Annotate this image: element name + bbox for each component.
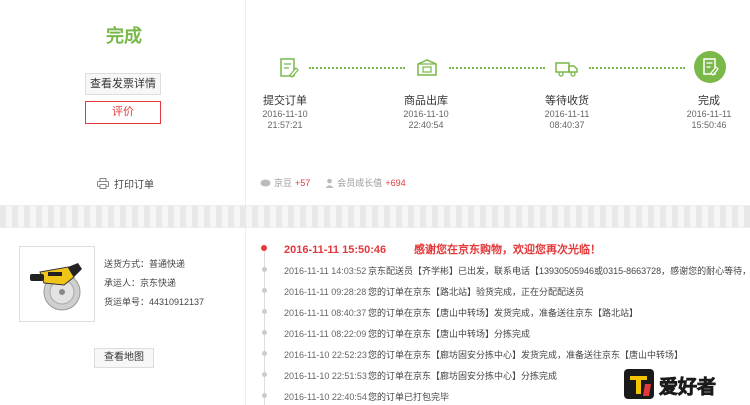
step-date: 2016-11-10 [403,109,449,119]
beans-value: +57 [295,177,311,188]
tracking-time: 2016-11-11 08:40:37 [284,308,367,318]
tracking-time: 2016-11-11 15:50:46 [284,244,387,256]
tracking-number: 货运单号：44310912137 [104,297,205,307]
timeline-line [264,250,265,405]
tracking-row: 2016-11-11 08:40:37 您的订单在京东【唐山中转场】发货完成，准备… [284,306,638,319]
step-date: 2016-11-10 [262,109,308,119]
order-progress: 提交订单 2016-11-10 21:57:21 商品出库 2016-11-10… [246,0,750,205]
timeline-dot [262,288,267,293]
tracking-text: 您的订单在京东【唐山中转场】发货完成，准备送往京东【路北站】 [368,308,639,318]
status-column: 完成 查看发票详情 评价 打印订单 [0,0,246,205]
tracking-time: 2016-11-11 09:28:28 [284,287,367,297]
tracking-time: 2016-11-11 14:03:52 [284,266,367,276]
order-status-panel: 完成 查看发票详情 评价 打印订单 提交订单 2016-11-10 21:57:… [0,0,750,205]
tracking-text: 京东配送员【齐学彬】已出发，联系电话【13930505946或0315-8663… [368,266,750,276]
product-thumbnail[interactable] [19,246,95,322]
tracking-row: 2016-11-10 22:51:53您的订单在京东【廊坊固安分拣中心】分拣完成 [284,369,557,382]
step-label: 等待收货 [545,95,589,107]
print-order-link[interactable]: 打印订单 [97,176,154,191]
tracking-text: 您的订单已打包完毕 [368,392,450,402]
beans-label: 京豆 [274,178,293,188]
package-icon [417,59,437,76]
timeline-dot [262,372,267,377]
tracking-time: 2016-11-10 22:52:23 [284,350,367,360]
tracking-text: 感谢您在京东购物，欢迎您再次光临！ [414,244,601,256]
tracking-row: 2016-11-10 22:40:54您的订单已打包完毕 [284,390,449,403]
submit-order-icon [280,58,299,78]
timeline-dot [262,267,267,272]
tracking-time: 2016-11-10 22:51:53 [284,371,367,381]
tracking-text: 您的订单在京东【唐山中转场】分拣完成 [368,329,531,339]
watermark-logo: 爱好者 [624,369,716,399]
view-invoice-button[interactable]: 查看发票详情 [85,73,161,95]
step-time: 08:40:37 [549,120,585,130]
step-time: 21:57:21 [267,120,303,130]
progress-connector [309,67,405,69]
order-status-title: 完成 [106,26,142,46]
progress-connector [449,67,545,69]
done-icon [694,51,726,83]
carrier: 承运人：京东快递 [104,278,177,288]
step-date: 2016-11-11 [686,109,732,119]
shipping-info: 送货方式：普通快递 承运人：京东快递 货运单号：44310912137 查看地图 [0,228,246,405]
user-icon [325,178,334,188]
timeline-dot [262,393,267,398]
tracking-text: 您的订单在京东【廊坊固安分拣中心】发货完成，准备送往京东【唐山中转场】 [368,350,684,360]
tracking-row: 2016-11-11 09:28:28 您的订单在京东【路北站】验货完成，正在分配… [284,285,584,298]
print-order-label: 打印订单 [114,180,154,191]
circular-saw-image [30,263,82,311]
tracking-row-latest: 2016-11-11 15:50:46 感谢您在京东购物，欢迎您再次光临！ [284,241,601,257]
tracking-text: 您的订单在京东【路北站】验货完成，正在分配配送员 [368,287,585,297]
tracking-time: 2016-11-10 22:40:54 [284,392,367,402]
truck-icon [555,62,578,77]
rewards-summary: 京豆 +57 会员成长值 +694 [260,176,418,189]
tracking-time: 2016-11-11 08:22:09 [284,329,367,339]
view-map-button[interactable]: 查看地图 [94,348,154,368]
shipping-method: 送货方式：普通快递 [104,259,186,269]
tracking-row: 2016-11-10 22:52:23您的订单在京东【廊坊固安分拣中心】发货完成… [284,348,683,361]
timeline-dot-current [261,245,267,251]
tracking-text: 您的订单在京东【廊坊固安分拣中心】分拣完成 [368,371,558,381]
tracking-row: 2016-11-11 08:22:09 您的订单在京东【唐山中转场】分拣完成 [284,327,530,340]
timeline-dot [262,351,267,356]
shipping-details: 送货方式：普通快递 承运人：京东快递 货运单号：44310912137 [104,255,204,312]
step-time: 22:40:54 [408,120,444,130]
step-label: 完成 [698,95,720,107]
step-label: 商品出库 [404,95,448,107]
progress-connector [589,67,685,69]
timeline-dot [262,309,267,314]
step-time: 15:50:46 [691,120,727,130]
step-date: 2016-11-11 [544,109,590,119]
section-divider [0,205,750,228]
bean-icon [260,179,271,187]
watermark-text: 爱好者 [659,375,716,398]
review-button[interactable]: 评价 [85,101,161,124]
step-label: 提交订单 [263,95,307,107]
tracking-row: 2016-11-11 14:03:52 京东配送员【齐学彬】已出发，联系电话【13… [284,264,750,277]
timeline-dot [262,330,267,335]
growth-value: +694 [385,177,406,188]
printer-icon [97,178,109,189]
growth-label: 会员成长值 [337,178,383,188]
